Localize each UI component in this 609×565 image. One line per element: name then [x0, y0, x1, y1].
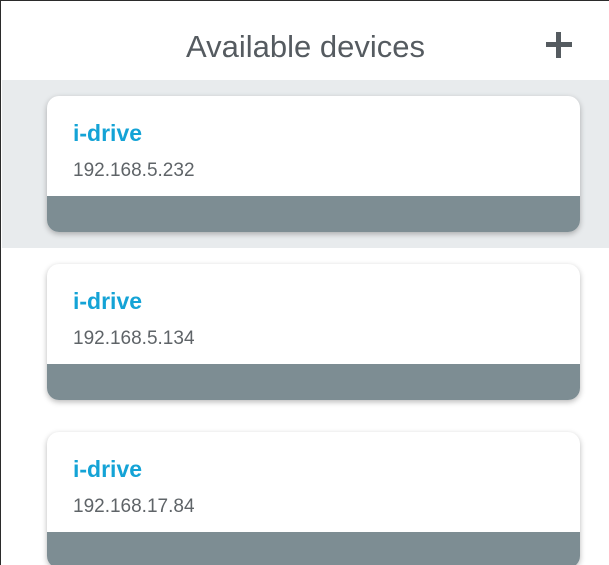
add-device-button[interactable]	[542, 28, 576, 62]
device-ip: 192.168.17.84	[73, 496, 195, 517]
device-name: i-drive	[73, 456, 143, 482]
list-item: i-drive 192.168.5.134	[2, 248, 609, 416]
device-ip: 192.168.5.232	[73, 160, 195, 181]
device-card-footer	[47, 364, 580, 400]
list-item: i-drive 192.168.5.232	[2, 80, 609, 248]
device-name: i-drive	[73, 288, 143, 314]
device-card-footer	[47, 532, 580, 565]
device-card[interactable]: i-drive 192.168.5.232	[47, 96, 580, 232]
page-title: Available devices	[186, 29, 425, 64]
device-card-footer	[47, 196, 580, 232]
device-ip: 192.168.5.134	[73, 328, 195, 349]
device-name: i-drive	[73, 120, 143, 146]
device-list: i-drive 192.168.5.232 i-drive 192.168.5.…	[2, 80, 609, 565]
device-card[interactable]: i-drive 192.168.5.134	[47, 264, 580, 400]
device-list-screen: Available devices i-drive 192.168.5.232 …	[0, 0, 609, 565]
list-item: i-drive 192.168.17.84	[2, 416, 609, 565]
header: Available devices	[2, 2, 609, 80]
device-card[interactable]: i-drive 192.168.17.84	[47, 432, 580, 565]
